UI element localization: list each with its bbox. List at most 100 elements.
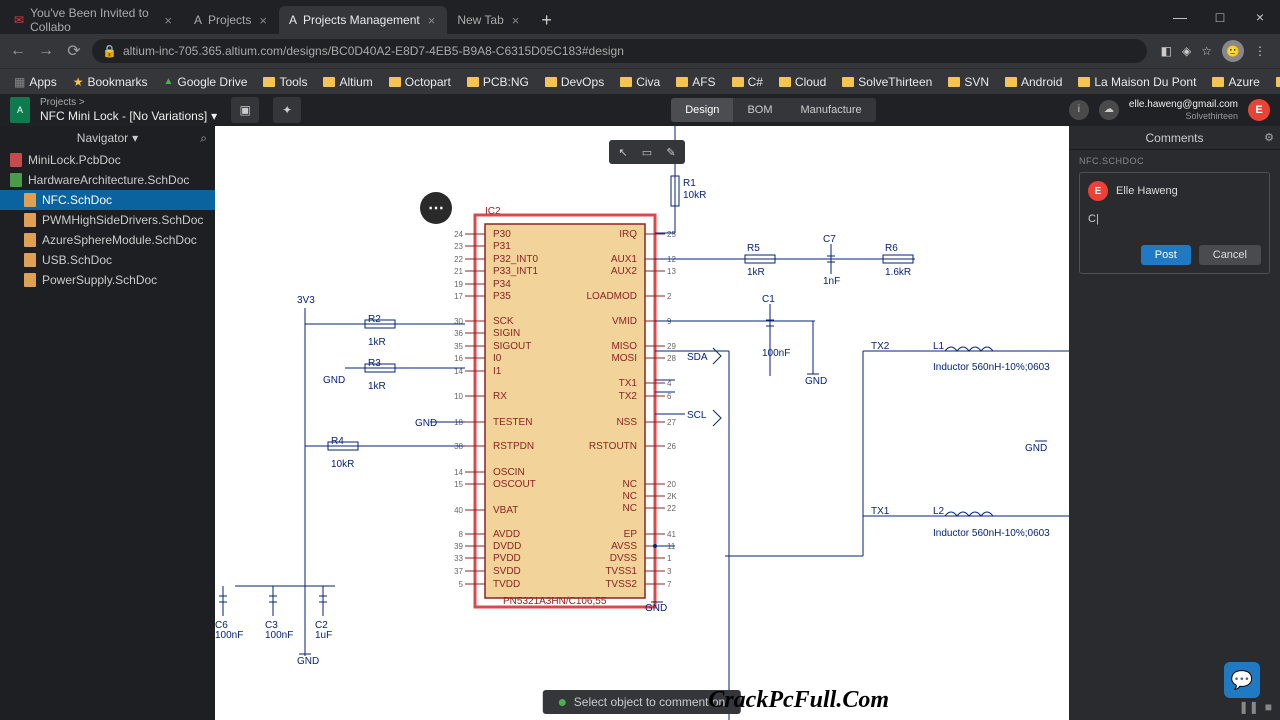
bookmark-android[interactable]: Android (999, 75, 1068, 89)
tab-0[interactable]: ✉You've Been Invited to Collabo× (4, 6, 184, 34)
mode-bom[interactable]: BOM (733, 98, 786, 122)
bookmark-afs[interactable]: AFS (670, 75, 721, 89)
profile-avatar[interactable]: 🙂 (1222, 40, 1244, 62)
svg-text:22: 22 (667, 504, 676, 513)
svg-text:P32_INT0: P32_INT0 (493, 254, 538, 265)
bookmark-csharp[interactable]: C# (726, 75, 769, 89)
navigator-header[interactable]: Navigator▾ ⌕ (0, 126, 215, 150)
chat-fab[interactable]: 💬 (1224, 662, 1260, 698)
svg-text:17: 17 (454, 292, 463, 301)
svg-text:1.6kR: 1.6kR (885, 267, 911, 278)
bookmark-personal[interactable]: Personal (1270, 75, 1280, 89)
svg-text:23: 23 (454, 242, 463, 251)
header-info-icon[interactable]: i (1069, 100, 1089, 120)
tree-item-3[interactable]: PWMHighSideDrivers.SchDoc (0, 210, 215, 230)
tab-close-0[interactable]: × (162, 13, 174, 28)
crop-tool-icon[interactable]: ▭ (635, 142, 659, 162)
cancel-button[interactable]: Cancel (1199, 245, 1261, 265)
bookmark-cloud[interactable]: Cloud (773, 75, 832, 89)
window-maximize[interactable]: □ (1200, 0, 1240, 34)
mode-manufacture[interactable]: Manufacture (787, 98, 876, 122)
mode-design[interactable]: Design (671, 98, 733, 122)
svg-text:LOADMOD: LOADMOD (586, 291, 637, 302)
bookmark-pcbng[interactable]: PCB:NG (461, 75, 535, 89)
status-text: Select object to comment on (574, 695, 725, 709)
svg-text:OSCOUT: OSCOUT (493, 479, 536, 490)
header-tool-2[interactable]: ✦ (273, 97, 301, 123)
svg-text:SDA: SDA (687, 352, 708, 363)
tab-0-title: You've Been Invited to Collabo (30, 6, 156, 34)
svg-text:R5: R5 (747, 243, 760, 254)
user-avatar[interactable]: E (1248, 99, 1270, 121)
comments-panel: Comments ⚙ NFC.SCHDOC E Elle Haweng C| P… (1069, 126, 1280, 720)
svg-text:NSS: NSS (616, 417, 637, 428)
svg-text:33: 33 (454, 554, 463, 563)
svg-text:OSCIN: OSCIN (493, 467, 525, 478)
navigator-title: Navigator (77, 131, 128, 145)
search-icon[interactable]: ⌕ (200, 131, 207, 146)
ext-icon-1[interactable]: ◧ (1161, 44, 1172, 58)
svg-text:29: 29 (667, 342, 676, 351)
pause-icon[interactable]: ❚❚ (1239, 700, 1259, 714)
svg-text:P31: P31 (493, 241, 511, 252)
bookmark-azure[interactable]: Azure (1206, 75, 1265, 89)
tree-item-0[interactable]: MiniLock.PcbDoc (0, 150, 215, 170)
tree-item-6[interactable]: PowerSupply.SchDoc (0, 270, 215, 290)
menu-icon[interactable]: ⋮ (1254, 44, 1266, 58)
svg-text:7: 7 (667, 580, 672, 589)
tab-close-2[interactable]: × (426, 13, 438, 28)
bookmark-bookmarks[interactable]: ★Bookmarks (67, 75, 154, 89)
stop-icon[interactable]: ■ (1265, 700, 1272, 714)
tab-3-title: New Tab (457, 13, 503, 27)
tree-item-4[interactable]: AzureSphereModule.SchDoc (0, 230, 215, 250)
svg-text:8: 8 (459, 530, 464, 539)
tab-close-3[interactable]: × (510, 13, 522, 28)
tree-item-1[interactable]: HardwareArchitecture.SchDoc (0, 170, 215, 190)
bookmark-civa[interactable]: Civa (614, 75, 666, 89)
tab-1[interactable]: AProjects× (184, 6, 279, 34)
tree-item-2[interactable]: NFC.SchDoc (0, 190, 215, 210)
svg-text:1kR: 1kR (747, 267, 765, 278)
reload-button[interactable]: ⟳ (64, 41, 84, 61)
bookmark-solvethirteen[interactable]: SolveThirteen (836, 75, 938, 89)
svg-text:10: 10 (454, 392, 463, 401)
bookmark-octopart[interactable]: Octopart (383, 75, 457, 89)
tab-3[interactable]: New Tab × (447, 6, 531, 34)
svg-text:SIGIN: SIGIN (493, 328, 520, 339)
window-minimize[interactable]: — (1160, 0, 1200, 34)
bookmark-gdrive[interactable]: ▲Google Drive (158, 75, 254, 89)
back-button[interactable]: ← (8, 42, 28, 60)
bookmark-tools[interactable]: Tools (257, 75, 313, 89)
svg-text:100nF: 100nF (215, 630, 243, 641)
svg-text:SCL: SCL (687, 410, 707, 421)
comment-input[interactable]: C| (1088, 213, 1261, 227)
bookmark-devops[interactable]: DevOps (539, 75, 610, 89)
window-close[interactable]: × (1240, 0, 1280, 34)
ext-icon-3[interactable]: ☆ (1201, 44, 1212, 58)
svg-text:2K: 2K (667, 492, 677, 501)
tab-add-button[interactable]: + (531, 10, 562, 31)
edit-tool-icon[interactable]: ✎ (659, 142, 683, 162)
pointer-tool-icon[interactable]: ↖ (611, 142, 635, 162)
header-tool-1[interactable]: ▣ (231, 97, 259, 123)
component-actions-button[interactable]: ⋯ (420, 192, 452, 224)
tab-close-1[interactable]: × (257, 13, 269, 28)
svg-text:1uF: 1uF (315, 630, 332, 641)
tab-2[interactable]: AProjects Management× (279, 6, 447, 34)
ext-icon-2[interactable]: ◈ (1182, 44, 1191, 58)
header-share-icon[interactable]: ☁ (1099, 100, 1119, 120)
tree-item-5[interactable]: USB.SchDoc (0, 250, 215, 270)
forward-button[interactable]: → (36, 42, 56, 60)
svg-text:NC: NC (623, 479, 637, 490)
svg-text:GND: GND (645, 603, 667, 614)
schematic-canvas[interactable]: IC2 PN5321A3HN/C106,55 24P3023P3122P32_I… (215, 126, 1069, 720)
bookmark-apps[interactable]: ▦Apps (8, 75, 63, 89)
svg-text:37: 37 (454, 567, 463, 576)
post-button[interactable]: Post (1141, 245, 1191, 265)
url-bar[interactable]: 🔒 altium-inc-705.365.altium.com/designs/… (92, 39, 1147, 63)
breadcrumb[interactable]: Projects > NFC Mini Lock - [No Variation… (40, 97, 217, 123)
bookmark-svn[interactable]: SVN (942, 75, 995, 89)
gear-icon[interactable]: ⚙ (1264, 131, 1274, 144)
bookmark-altium[interactable]: Altium (317, 75, 378, 89)
bookmark-maison[interactable]: La Maison Du Pont (1072, 75, 1202, 89)
